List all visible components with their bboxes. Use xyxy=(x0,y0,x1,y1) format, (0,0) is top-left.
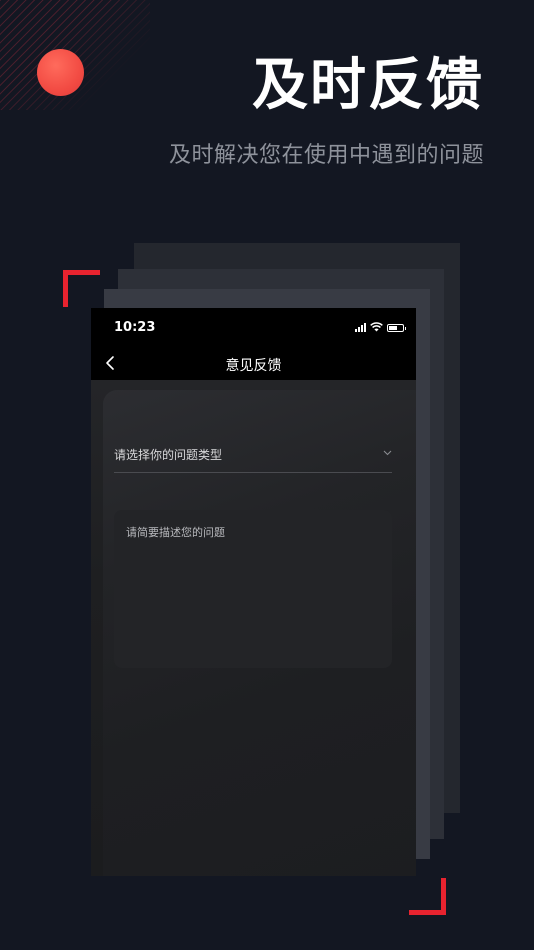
problem-description-placeholder: 请简要描述您的问题 xyxy=(126,526,225,539)
problem-type-placeholder: 请选择你的问题类型 xyxy=(114,448,223,462)
chevron-down-icon xyxy=(383,450,392,456)
page-title: 意见反馈 xyxy=(225,358,282,374)
promo-headline: 及时反馈 xyxy=(252,53,484,118)
phone-screen: 10:23 意见反馈 请选择你的问题类型 请简要描述您的问题 xyxy=(91,308,416,876)
promo-page: 及时反馈 及时解决您在使用中遇到的问题 10:23 意见反馈 请选择你的问题类型… xyxy=(0,0,534,950)
battery-icon xyxy=(387,324,406,332)
wifi-icon xyxy=(370,322,383,332)
status-icons xyxy=(355,322,406,332)
status-time: 10:23 xyxy=(114,320,156,335)
corner-bracket-top-left xyxy=(63,270,100,307)
signal-icon xyxy=(355,323,366,332)
status-bar: 10:23 xyxy=(91,308,416,346)
red-dot-decoration xyxy=(37,49,84,96)
promo-subline: 及时解决您在使用中遇到的问题 xyxy=(168,143,484,168)
problem-description-input[interactable]: 请简要描述您的问题 xyxy=(114,510,392,668)
corner-bracket-bottom-right xyxy=(409,878,446,915)
nav-bar: 意见反馈 xyxy=(91,346,416,380)
problem-type-select[interactable]: 请选择你的问题类型 xyxy=(114,438,392,473)
content-area: 请选择你的问题类型 请简要描述您的问题 xyxy=(91,380,416,876)
